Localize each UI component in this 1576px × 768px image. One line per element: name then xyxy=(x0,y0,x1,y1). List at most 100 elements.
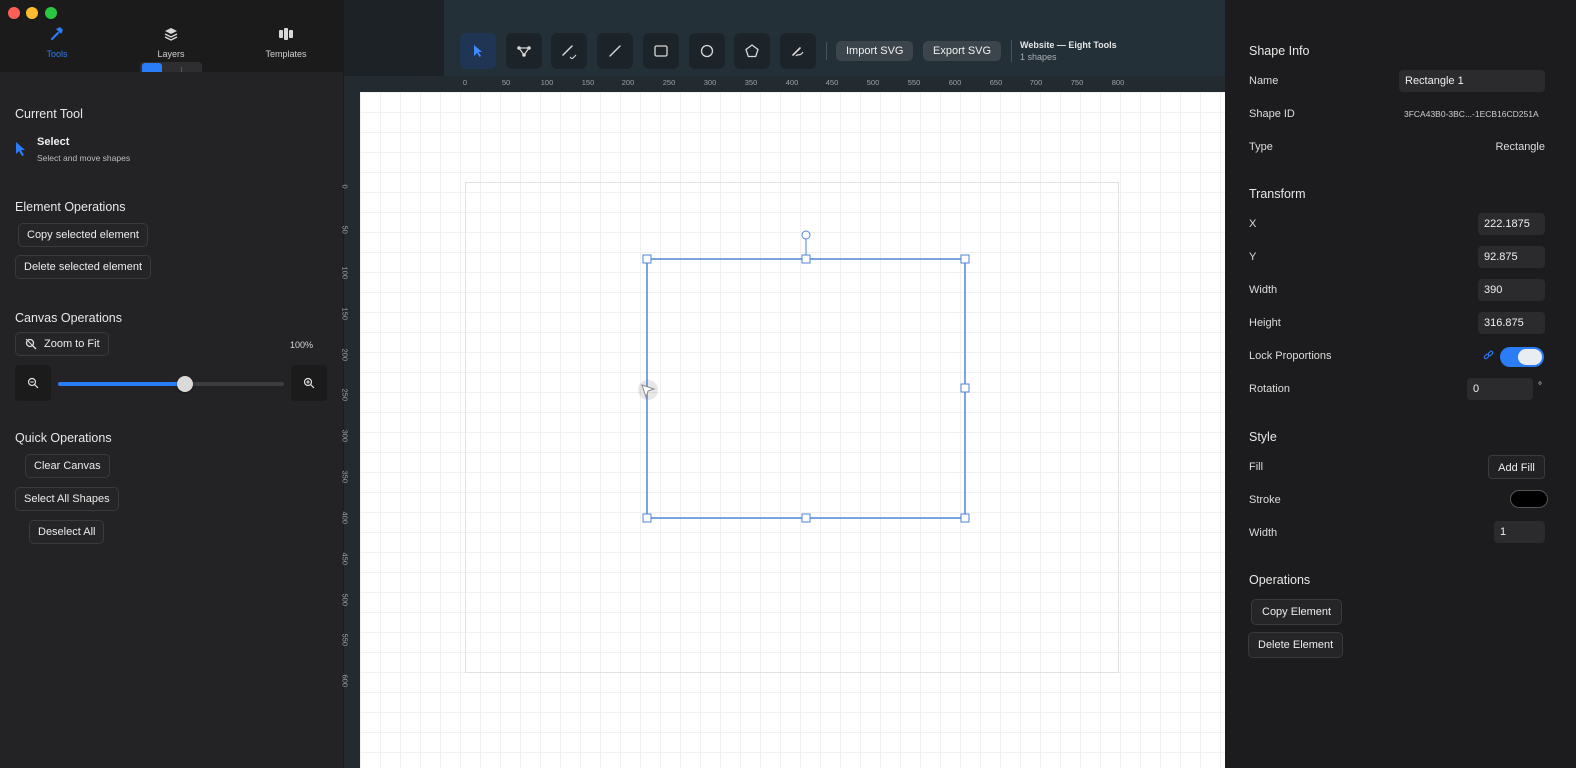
left-sidebar: Tools Layers Templates Current Tool Sele… xyxy=(0,0,345,768)
delete-element-button[interactable]: Delete Element xyxy=(1248,632,1344,658)
height-input[interactable]: 316.875 xyxy=(1478,312,1545,334)
minimize-window-button[interactable] xyxy=(26,7,38,19)
line-tool-button[interactable] xyxy=(597,33,633,69)
x-label: X xyxy=(1249,218,1257,230)
polygon-tool-button[interactable] xyxy=(734,33,770,69)
ruler-tick-label: 550 xyxy=(907,78,921,87)
horizontal-ruler: 0 50 100 150 200 250 300 350 400 450 500… xyxy=(344,76,1225,92)
resize-handle-top[interactable] xyxy=(801,254,811,264)
tab-tools[interactable]: Tools xyxy=(17,26,97,60)
ruler-tick-label: 500 xyxy=(340,593,350,607)
templates-icon xyxy=(279,28,293,40)
current-tool-title: Current Tool xyxy=(15,107,83,121)
node-edit-tool-button[interactable] xyxy=(506,33,542,69)
ruler-tick-label: 150 xyxy=(581,78,595,87)
drawing-canvas[interactable] xyxy=(360,92,1225,768)
ruler-tick-label: 800 xyxy=(1111,78,1125,87)
ruler-tick-label: 50 xyxy=(501,78,511,87)
rectangle-tool-button[interactable] xyxy=(643,33,679,69)
type-value: Rectangle xyxy=(1495,141,1545,153)
pen-tool-button[interactable] xyxy=(551,33,587,69)
x-input[interactable]: 222.1875 xyxy=(1478,213,1545,235)
ruler-tick-label: 100 xyxy=(540,78,554,87)
toolbar-separator xyxy=(826,42,827,60)
toggle-knob xyxy=(1518,349,1542,365)
ruler-tick-label: 0 xyxy=(462,78,468,87)
ruler-tick-label: 150 xyxy=(340,307,350,321)
current-tool-name: Select xyxy=(37,136,70,148)
ruler-tick-label: 300 xyxy=(703,78,717,87)
resize-handle-right[interactable] xyxy=(960,383,970,393)
stroke-width-input[interactable]: 1 xyxy=(1494,521,1545,543)
ruler-tick-label: 250 xyxy=(340,388,350,402)
ruler-tick-label: 450 xyxy=(825,78,839,87)
select-all-shapes-button[interactable]: Select All Shapes xyxy=(15,487,119,511)
shape-id-label: Shape ID xyxy=(1249,108,1295,120)
rotation-unit: ° xyxy=(1538,381,1542,392)
ruler-tick-label: 750 xyxy=(1070,78,1084,87)
ruler-tick-label: 350 xyxy=(340,470,350,484)
close-window-button[interactable] xyxy=(8,7,20,19)
width-input[interactable]: 390 xyxy=(1478,279,1545,301)
y-input[interactable]: 92.875 xyxy=(1478,246,1545,268)
zoom-out-icon xyxy=(27,377,39,389)
rotation-input[interactable]: 0 xyxy=(1467,378,1533,400)
copy-element-button[interactable]: Copy Element xyxy=(1251,599,1343,625)
link-icon xyxy=(1483,350,1494,360)
circle-icon xyxy=(700,44,714,58)
deselect-all-button[interactable]: Deselect All xyxy=(29,520,105,544)
ruler-tick-label: 400 xyxy=(785,78,799,87)
delete-selected-element-button[interactable]: Delete selected element xyxy=(15,255,152,279)
quick-operations-title: Quick Operations xyxy=(15,431,112,445)
import-svg-button[interactable]: Import SVG xyxy=(836,41,914,61)
tab-layers[interactable]: Layers xyxy=(131,26,211,60)
resize-handle-top-left[interactable] xyxy=(642,254,652,264)
tab-templates[interactable]: Templates xyxy=(246,26,326,60)
zoom-to-fit-button[interactable]: Zoom to Fit xyxy=(15,332,109,356)
ruler-tick-label: 600 xyxy=(340,674,350,688)
zoom-out-button[interactable] xyxy=(15,365,51,401)
shape-name-input[interactable]: Rectangle 1 xyxy=(1399,70,1545,92)
stroke-label: Stroke xyxy=(1249,494,1281,506)
stroke-color-swatch[interactable] xyxy=(1510,490,1548,508)
fill-label: Fill xyxy=(1249,461,1264,473)
select-tool-button[interactable] xyxy=(460,33,496,69)
resize-handle-bottom[interactable] xyxy=(801,513,811,523)
stroke-width-label: Width xyxy=(1249,527,1278,539)
resize-handle-bottom-left[interactable] xyxy=(642,513,652,523)
zoom-slider-fill xyxy=(58,382,185,386)
style-title: Style xyxy=(1249,430,1277,444)
document-shape-count: 1 shapes xyxy=(1020,52,1057,62)
ruler-tick-label: 300 xyxy=(340,429,350,443)
clear-canvas-button[interactable]: Clear Canvas xyxy=(25,454,110,478)
current-tool-description: Select and move shapes xyxy=(37,153,131,163)
resize-handle-top-right[interactable] xyxy=(960,254,970,264)
layers-icon xyxy=(164,28,178,41)
rotation-handle[interactable] xyxy=(801,230,811,240)
export-svg-button[interactable]: Export SVG xyxy=(923,41,1002,61)
ruler-tick-label: 200 xyxy=(340,348,350,362)
operations-title: Operations xyxy=(1249,573,1311,587)
height-label: Height xyxy=(1249,317,1281,329)
ellipse-tool-button[interactable] xyxy=(689,33,725,69)
copy-selected-element-button[interactable]: Copy selected element xyxy=(18,223,148,247)
selected-rectangle-shape[interactable] xyxy=(646,258,966,519)
document-separator xyxy=(1011,40,1012,62)
ruler-tick-label: 250 xyxy=(662,78,676,87)
add-fill-button[interactable]: Add Fill xyxy=(1488,455,1545,479)
tab-templates-label: Templates xyxy=(265,49,307,59)
zoom-slider[interactable] xyxy=(58,376,284,392)
zoom-window-button[interactable] xyxy=(45,7,57,19)
freehand-tool-button[interactable] xyxy=(780,33,816,69)
tab-tools-label: Tools xyxy=(46,49,68,59)
lock-proportions-toggle[interactable] xyxy=(1500,347,1544,367)
resize-handle-bottom-right[interactable] xyxy=(960,513,970,523)
ruler-tick-label: 200 xyxy=(621,78,635,87)
zoom-slider-knob[interactable] xyxy=(176,376,193,392)
rectangle-icon xyxy=(654,45,668,57)
rotation-label: Rotation xyxy=(1249,383,1290,395)
ruler-tick-label: 100 xyxy=(340,266,350,280)
inspector-panel: Shape Info Name Rectangle 1 Shape ID 3FC… xyxy=(1225,0,1576,768)
name-label: Name xyxy=(1249,75,1279,87)
zoom-in-button[interactable] xyxy=(291,365,327,401)
